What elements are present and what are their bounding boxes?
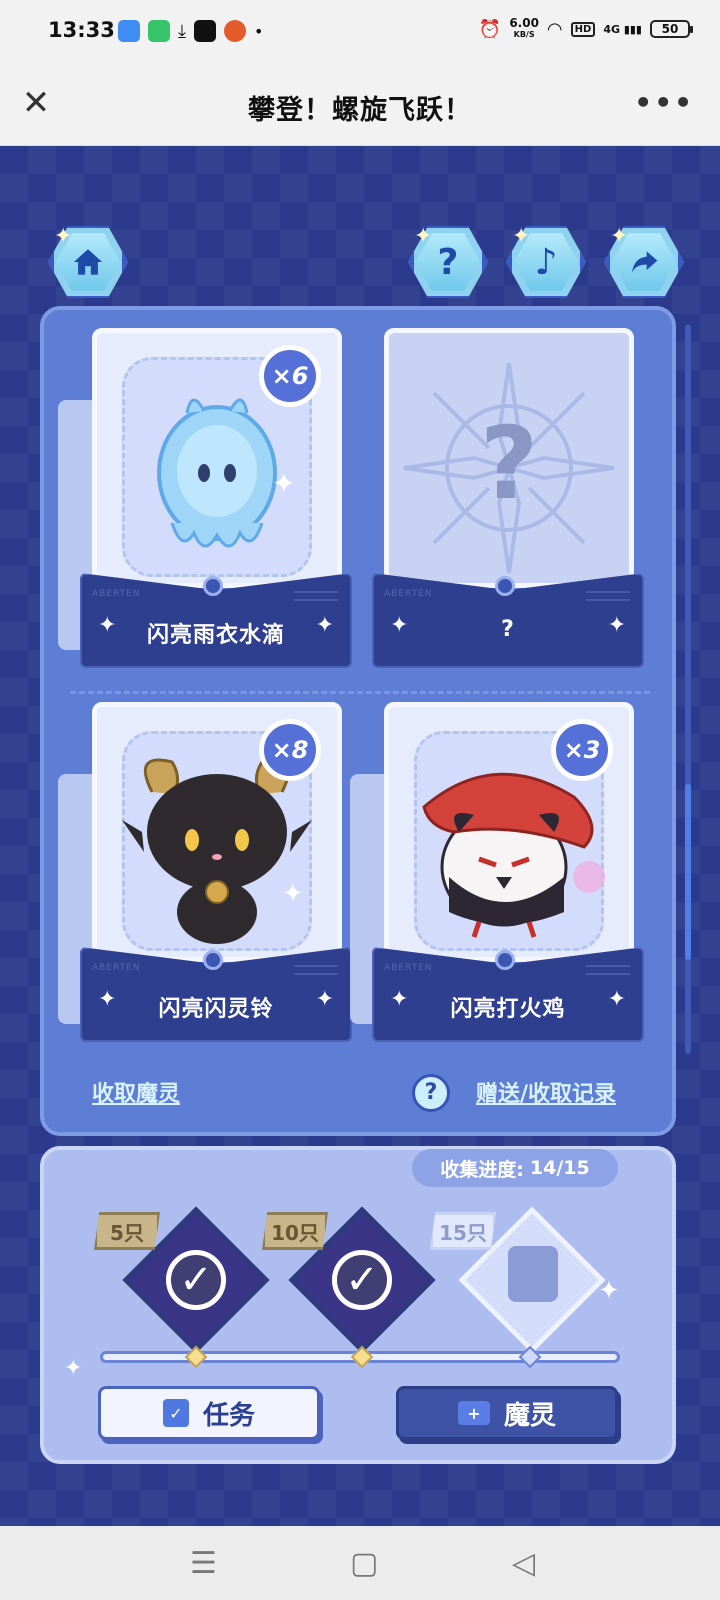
title-bar: ✕ 攀登！螺旋飞跃！ •••	[0, 64, 720, 146]
battery-icon: 50	[650, 20, 693, 38]
task-document-icon: ✓	[162, 1399, 189, 1427]
card-face: ?	[384, 328, 634, 588]
spirit-card[interactable]: ✦ ×6 ABERTEN ✦ 闪亮雨衣水滴 ✦	[58, 328, 352, 673]
message-notification-icon	[148, 20, 170, 42]
svg-text:✦: ✦	[272, 467, 295, 500]
back-triangle-icon[interactable]: ◁	[512, 1546, 535, 1581]
network-speed: 6.00 KB/S	[509, 16, 539, 39]
spirit-card-locked[interactable]: ? ABERTEN ✦ ? ✦	[372, 328, 644, 673]
card-face: ✦ ×6	[92, 328, 342, 588]
spirit-card[interactable]: ✦ ×8 ABERTEN ✦ 闪亮闪灵铃 ✦	[58, 702, 352, 1047]
alarm-icon: ⏰	[478, 18, 502, 40]
check-icon: ✓	[332, 1250, 392, 1310]
gift-records-link[interactable]: 赠送/收取记录	[476, 1076, 616, 1108]
card-name: ?	[501, 617, 515, 642]
sparkle-icon: ✦	[64, 1356, 83, 1381]
card-count-badge: ×8	[259, 719, 321, 781]
wifi-icon: ◠	[546, 18, 563, 40]
milestone-tag: 10只	[262, 1212, 328, 1250]
home-square-icon[interactable]: ▢	[350, 1546, 378, 1581]
collection-progress-badge: 收集进度: 14/15	[412, 1149, 618, 1187]
music-button[interactable]: ♪ ✦	[506, 222, 586, 302]
sparkle-icon: ✦	[607, 987, 626, 1012]
help-button[interactable]: ? ✦	[408, 222, 488, 302]
check-icon: ✓	[166, 1250, 226, 1310]
more-options-icon[interactable]: •••	[634, 86, 694, 119]
download-icon: ⤓	[178, 20, 186, 42]
collect-spirit-link[interactable]: 收取魔灵	[92, 1076, 180, 1108]
spirit-card[interactable]: ×3 ABERTEN ✦ 闪亮打火鸡 ✦	[350, 702, 644, 1047]
card-name: 闪亮雨衣水滴	[146, 623, 285, 648]
spirit-button[interactable]: + 魔灵	[396, 1386, 618, 1440]
share-button[interactable]: ✦	[604, 222, 684, 302]
card-name: 闪亮闪灵铃	[158, 997, 274, 1022]
folder-add-icon: +	[457, 1401, 490, 1425]
sparkle-icon: ✦	[54, 224, 73, 249]
panel-scrollbar[interactable]	[685, 324, 691, 1054]
svg-text:✦: ✦	[282, 879, 304, 909]
signal-icon: 4G ▮▮▮	[603, 22, 642, 36]
progress-value: 14/15	[529, 1157, 590, 1179]
card-name: 闪亮打火鸡	[450, 997, 566, 1022]
notification-icons: ⤓ •	[118, 20, 263, 42]
system-nav-bar: ☰ ▢ ◁	[0, 1526, 720, 1600]
sparkle-icon: ✦	[512, 224, 531, 249]
svg-text:?: ?	[480, 405, 538, 522]
page-title: 攀登！螺旋飞跃！	[248, 95, 472, 126]
task-button-label: 任务	[202, 1400, 255, 1431]
tiktok-icon	[193, 20, 216, 42]
more-notifications-icon: •	[253, 21, 264, 41]
card-face: ✦ ×8	[92, 702, 342, 962]
game-area: ✦ ? ✦ ♪ ✦ ✦ ✦ ×6 ABERTEN ✦ 闪亮雨衣水滴 ✦ ? AB…	[0, 146, 720, 1526]
app-notification-icon	[223, 20, 246, 42]
milestone-tag: 5只	[94, 1212, 160, 1250]
sparkle-icon: ✦	[598, 1276, 620, 1306]
scrollbar-thumb[interactable]	[685, 784, 691, 960]
card-row-divider	[70, 691, 650, 694]
sparkle-icon: ✦	[315, 613, 334, 638]
card-count-badge: ×3	[551, 719, 613, 781]
sparkle-icon: ✦	[315, 987, 334, 1012]
records-help-icon[interactable]: ?	[412, 1074, 450, 1112]
milestone-tag: 15只	[430, 1212, 496, 1250]
sparkle-icon: ✦	[607, 613, 626, 638]
app-notification-icon	[118, 20, 140, 42]
card-count-badge: ×6	[259, 345, 321, 407]
home-button[interactable]: ✦	[48, 222, 128, 302]
hd-badge: HD	[570, 21, 596, 37]
gift-bag-icon	[508, 1246, 558, 1302]
spirit-button-label: 魔灵	[503, 1400, 556, 1431]
sparkle-icon: ✦	[414, 224, 433, 249]
unknown-card-art: ?	[389, 353, 629, 583]
sparkle-icon: ✦	[610, 224, 629, 249]
status-bar: 13:33 ⤓ • ⏰ 6.00 KB/S ◠ HD 4G ▮▮▮ 50	[0, 0, 720, 64]
system-indicators: ⏰ 6.00 KB/S ◠ HD 4G ▮▮▮ 50	[478, 16, 693, 40]
progress-label: 收集进度:	[440, 1158, 524, 1181]
menu-icon[interactable]: ☰	[190, 1546, 217, 1581]
card-face: ×3	[384, 702, 634, 962]
clock: 13:33	[48, 18, 115, 42]
task-button[interactable]: ✓ 任务	[98, 1386, 320, 1440]
